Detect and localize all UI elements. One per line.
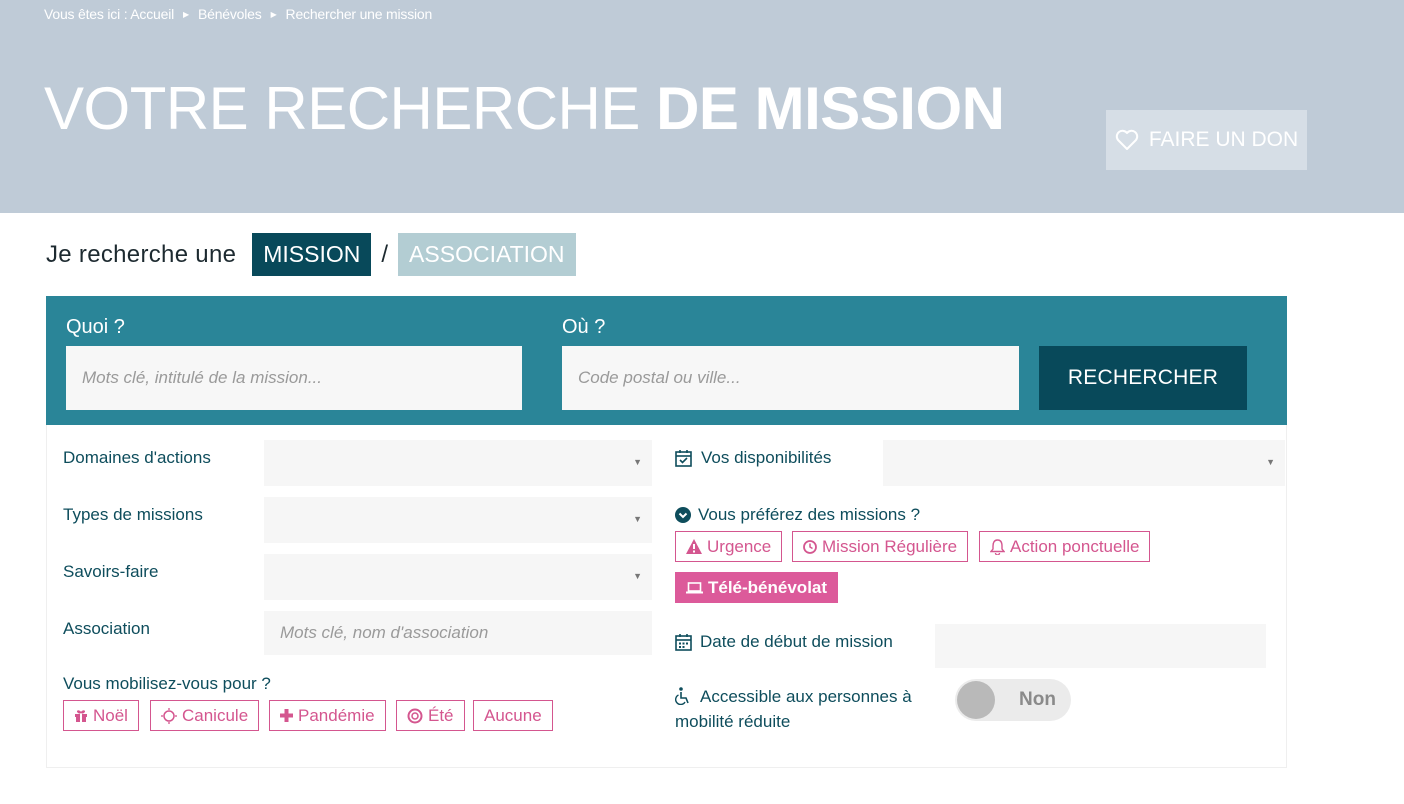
- chevron-down-icon: ▼: [1266, 457, 1275, 467]
- chip-action-ponctuelle[interactable]: Action ponctuelle: [979, 531, 1151, 562]
- association-label: Association: [63, 619, 150, 638]
- heart-icon: [1115, 129, 1139, 150]
- disponibilites-label: Vos disponibilités: [701, 448, 832, 467]
- wheelchair-icon: [675, 687, 689, 705]
- toggle-value: Non: [1019, 689, 1056, 710]
- page-title: VOTRE RECHERCHE DE MISSION: [44, 74, 1005, 143]
- chip-canicule[interactable]: Canicule: [150, 700, 260, 731]
- search-type-lead: Je recherche une: [46, 240, 237, 268]
- date-debut-label: Date de début de mission: [700, 632, 893, 651]
- gift-icon: [75, 709, 87, 722]
- toggle-knob: [957, 681, 995, 719]
- chip-label: Télé-bénévolat: [708, 577, 828, 597]
- chip-ete[interactable]: Été: [396, 700, 465, 731]
- breadcrumb-separator-icon: ▶: [270, 9, 277, 19]
- calendar-check-icon: [675, 450, 692, 467]
- accessible-label-line2: mobilité réduite: [675, 712, 791, 731]
- chip-label: Pandémie: [298, 705, 375, 725]
- what-input[interactable]: [66, 346, 522, 410]
- chip-label: Noël: [93, 705, 128, 725]
- breadcrumb-item-current: Rechercher une mission: [285, 6, 433, 22]
- page-title-bold: DE MISSION: [656, 75, 1005, 142]
- lifebuoy-icon: [407, 708, 423, 723]
- breadcrumb: Vous êtes ici : Accueil ▶ Bénévoles ▶ Re…: [44, 6, 432, 22]
- page-title-light: VOTRE RECHERCHE: [44, 75, 640, 142]
- chip-label: Été: [428, 705, 454, 725]
- breadcrumb-prefix[interactable]: Vous êtes ici : Accueil: [44, 6, 174, 22]
- chip-tele-benevolat[interactable]: Télé-bénévolat: [675, 572, 839, 603]
- chip-mission-reguliere[interactable]: Mission Régulière: [792, 531, 969, 562]
- chevron-down-icon: ▼: [633, 514, 642, 524]
- search-button[interactable]: RECHERCHER: [1039, 346, 1247, 410]
- savoirs-select[interactable]: ▼: [264, 554, 652, 600]
- breadcrumb-separator-icon: ▶: [183, 9, 189, 19]
- savoirs-label: Savoirs-faire: [63, 562, 159, 581]
- where-label: Où ?: [562, 316, 606, 338]
- chip-aucune[interactable]: Aucune: [473, 700, 553, 731]
- types-select[interactable]: ▼: [264, 497, 652, 543]
- chevron-circle-down-icon: [675, 507, 691, 523]
- chip-pandemie[interactable]: Pandémie: [269, 700, 386, 731]
- tab-association[interactable]: ASSOCIATION: [398, 233, 576, 276]
- tab-separator: /: [381, 240, 389, 268]
- chip-label: Mission Régulière: [822, 536, 958, 556]
- laptop-icon: [686, 581, 703, 593]
- what-label: Quoi ?: [66, 316, 125, 338]
- mobilisation-label: Vous mobilisez-vous pour ?: [63, 674, 271, 693]
- breadcrumb-item-benevoles[interactable]: Bénévoles: [198, 6, 262, 22]
- date-debut-input[interactable]: [935, 624, 1266, 668]
- where-input[interactable]: [562, 346, 1019, 410]
- calendar-icon: [675, 634, 692, 651]
- chevron-down-icon: ▼: [633, 457, 642, 467]
- filters-panel: Domaines d'actions ▼ Types de missions ▼…: [46, 425, 1287, 768]
- tab-mission[interactable]: MISSION: [252, 233, 372, 276]
- chip-label: Urgence: [707, 536, 772, 556]
- clock-icon: [803, 539, 817, 554]
- accessible-toggle[interactable]: Non: [955, 679, 1071, 721]
- header-banner: Vous êtes ici : Accueil ▶ Bénévoles ▶ Re…: [0, 0, 1404, 213]
- bell-icon: [990, 538, 1005, 555]
- chevron-down-icon: ▼: [633, 571, 642, 581]
- domaines-select[interactable]: ▼: [264, 440, 652, 486]
- sun-icon: [161, 707, 177, 724]
- search-type-switch: Je recherche une MISSION / ASSOCIATION: [46, 233, 576, 276]
- search-bar: Quoi ? Où ? RECHERCHER: [46, 296, 1287, 425]
- plus-icon: [280, 709, 293, 722]
- chip-noel[interactable]: Noël: [63, 700, 139, 731]
- chip-label: Canicule: [182, 705, 249, 725]
- warning-icon: [686, 539, 702, 554]
- disponibilites-select[interactable]: ▼: [883, 440, 1285, 486]
- accessible-label-line1: Accessible aux personnes à: [700, 687, 912, 706]
- chip-urgence[interactable]: Urgence: [675, 531, 783, 562]
- preferences-label: Vous préférez des missions ?: [698, 505, 921, 524]
- donate-button[interactable]: FAIRE UN DON: [1106, 110, 1307, 170]
- association-input[interactable]: [264, 611, 652, 655]
- domaines-label: Domaines d'actions: [63, 448, 211, 467]
- types-label: Types de missions: [63, 505, 203, 524]
- donate-label: FAIRE UN DON: [1148, 128, 1299, 151]
- chip-label: Action ponctuelle: [1010, 536, 1140, 556]
- chip-label: Aucune: [484, 705, 542, 725]
